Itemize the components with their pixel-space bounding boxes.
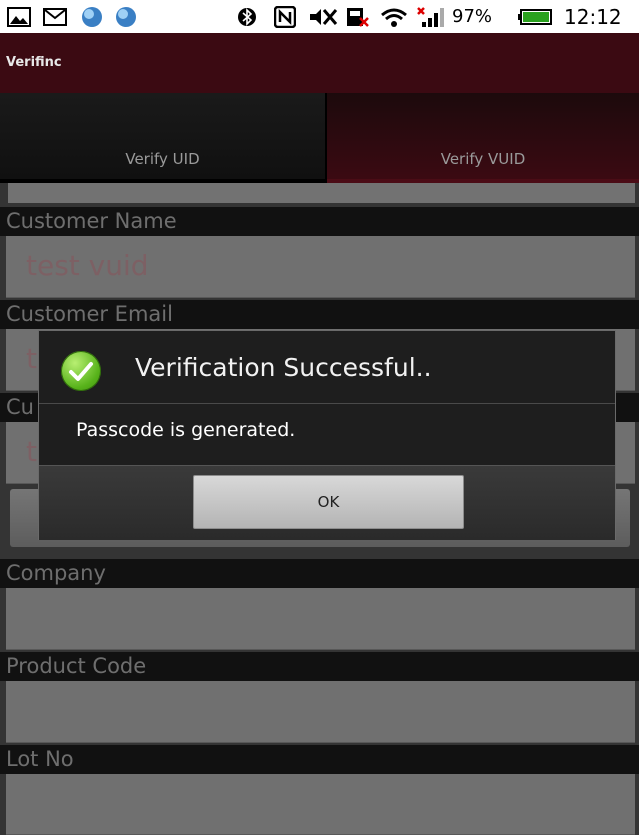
dialog-header: Verification Successful.. <box>39 331 615 404</box>
tab-label: Verify VUID <box>440 150 526 168</box>
dialog-footer: OK <box>39 465 615 540</box>
tab-bar: Verify UID Verify VUID <box>0 93 639 183</box>
verification-dialog: Verification Successful.. Passcode is ge… <box>38 330 616 540</box>
nfc-icon <box>274 6 296 28</box>
dialog-message: Passcode is generated. <box>76 419 296 441</box>
ok-button[interactable]: OK <box>193 475 464 529</box>
tab-verify-vuid[interactable]: Verify VUID <box>327 93 639 183</box>
battery-icon <box>518 9 552 25</box>
data-icon <box>347 8 369 27</box>
bluetooth-icon <box>238 8 256 26</box>
battery-percent: 97% <box>452 6 493 27</box>
gmail-icon <box>43 8 67 26</box>
tab-label: Verify UID <box>125 150 200 168</box>
mute-icon <box>310 9 338 25</box>
check-circle-icon <box>61 351 101 391</box>
status-bar: 97% 12:12 <box>0 0 639 33</box>
wifi-icon <box>381 8 407 27</box>
app-icon <box>82 7 102 27</box>
tab-verify-uid[interactable]: Verify UID <box>0 93 327 183</box>
app-title: Verifinc <box>6 55 62 70</box>
clock: 12:12 <box>564 5 622 29</box>
dialog-title: Verification Successful.. <box>135 353 432 382</box>
image-icon <box>7 7 31 27</box>
app-bar: Verifinc <box>0 33 639 94</box>
signal-icon <box>417 7 444 27</box>
app-icon <box>116 7 136 27</box>
